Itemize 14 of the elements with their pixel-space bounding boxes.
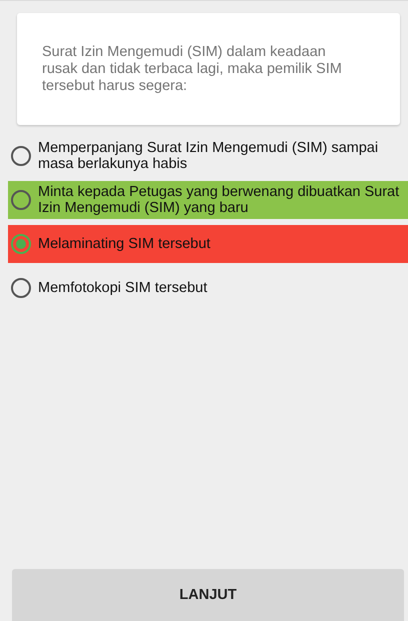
answer-option[interactable]: Memperpanjang Surat Izin Mengemudi (SIM) sampai masa berlakunya habis xyxy=(8,137,408,175)
next-button[interactable]: LANJUT xyxy=(12,569,404,621)
option-label: Minta kepada Petugas yang berwenang dibuatkan Surat Izin Mengemudi (SIM) yang baru xyxy=(38,184,400,216)
radio-button[interactable] xyxy=(11,146,31,166)
radio-button[interactable] xyxy=(11,190,31,210)
option-label: Melaminating SIM tersebut xyxy=(38,236,210,252)
question-text: Surat Izin Mengemudi (SIM) dalam keadaan rusak dan tidak terbaca lagi, maka pemilik SIM tersebut harus segera: xyxy=(42,44,343,94)
radio-button[interactable] xyxy=(11,234,31,254)
radio-button[interactable] xyxy=(11,278,31,298)
option-label: Memperpanjang Surat Izin Mengemudi (SIM) sampai masa berlakunya habis xyxy=(38,140,380,172)
answer-option[interactable]: Melaminating SIM tersebut xyxy=(8,225,408,263)
option-label: Memfotokopi SIM tersebut xyxy=(38,280,208,296)
answer-option[interactable]: Minta kepada Petugas yang berwenang dibuatkan Surat Izin Mengemudi (SIM) yang baru xyxy=(8,181,408,219)
answer-option[interactable]: Memfotokopi SIM tersebut xyxy=(8,269,408,307)
